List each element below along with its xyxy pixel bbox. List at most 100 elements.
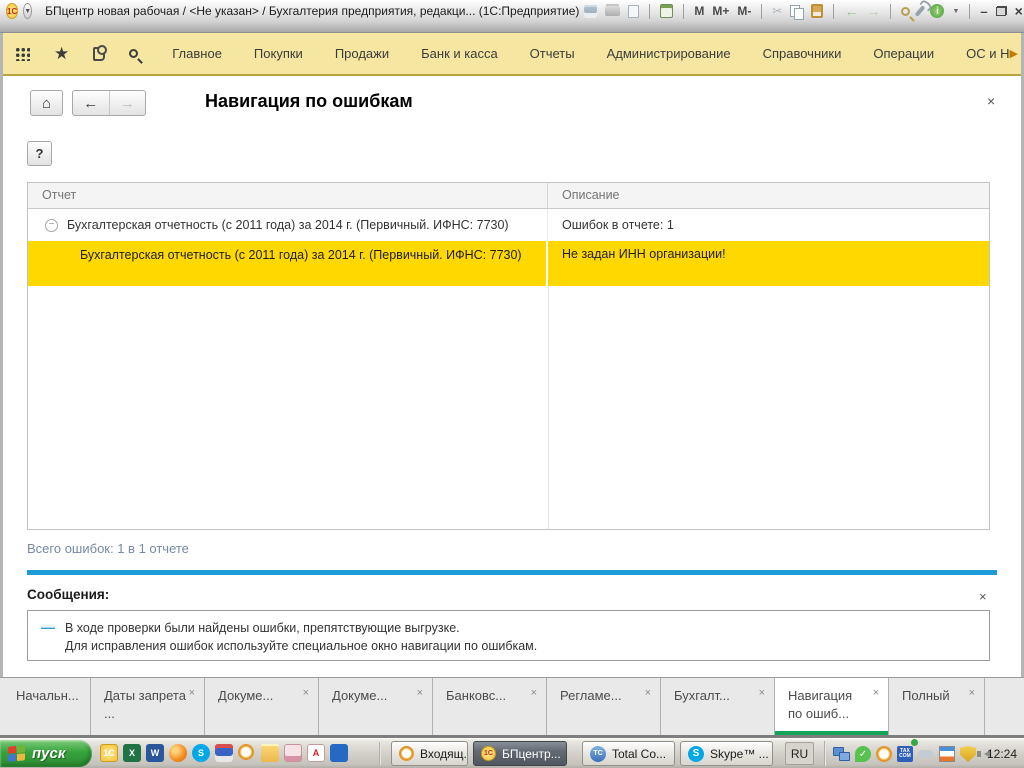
language-indicator[interactable]: RU [785, 742, 814, 765]
menu-item-prodazhi[interactable]: Продажи [319, 33, 405, 74]
info-icon[interactable]: i [930, 3, 944, 19]
window-titlebar: 1С ▼ БПцентр новая рабочая / <Не указан>… [0, 0, 1024, 33]
system-menu-button[interactable]: ▼ [23, 3, 32, 19]
memory-minus-button[interactable]: M- [737, 3, 751, 19]
tab-daty-zapreta[interactable]: Даты запрета ... × [91, 678, 205, 735]
search-icon[interactable] [129, 49, 138, 58]
quicklaunch-firefox-icon[interactable] [169, 744, 187, 762]
print-preview-icon[interactable] [628, 3, 639, 19]
messages-close-icon[interactable]: × [979, 589, 987, 604]
info-dropdown-icon[interactable]: ▼ [952, 3, 959, 19]
quicklaunch-dictionary-icon[interactable]: A [307, 744, 325, 762]
quicklaunch-1c-icon[interactable]: 1С [100, 744, 118, 762]
tray-scheduler-icon[interactable] [876, 746, 892, 762]
tab-close-icon[interactable]: × [759, 687, 765, 699]
minimize-button[interactable]: – [980, 3, 987, 19]
quicklaunch-word-icon[interactable]: W [146, 744, 164, 762]
close-window-button[interactable]: × [1015, 3, 1023, 19]
column-header-description[interactable]: Описание [548, 183, 989, 208]
paste-icon[interactable] [811, 3, 823, 19]
copy-icon[interactable] [790, 3, 803, 19]
toolbar-separator [969, 4, 970, 19]
toolbar-separator [890, 4, 891, 19]
quicklaunch-folder-icon[interactable] [261, 744, 279, 762]
tab-dokumenty-2[interactable]: Докуме... × [319, 678, 433, 735]
home-button[interactable]: ⌂ [30, 90, 63, 116]
menu-item-otchety[interactable]: Отчеты [514, 33, 591, 74]
tab-navigaciya-po-oshibkam[interactable]: Навигация по ошиб... × [775, 678, 889, 735]
toolbar-separator [683, 4, 684, 19]
menu-item-pokupki[interactable]: Покупки [238, 33, 319, 74]
save-icon[interactable] [584, 3, 597, 19]
menu-item-bank-kassa[interactable]: Банк и касса [405, 33, 514, 74]
menu-item-glavnoe[interactable]: Главное [156, 33, 238, 74]
tab-bankovskie[interactable]: Банковс... × [433, 678, 547, 735]
memory-plus-button[interactable]: M+ [712, 3, 729, 19]
table-row-selected[interactable]: Бухгалтерская отчетность (с 2011 года) з… [28, 241, 989, 286]
taskbar-button-incoming[interactable]: Входящ... [391, 741, 468, 766]
quicklaunch-skype-icon[interactable]: S [192, 744, 210, 762]
undo-back-icon[interactable]: ← [844, 3, 858, 19]
taskbar-separator [379, 742, 381, 765]
tray-separator [824, 741, 826, 766]
menu-item-spravochniki[interactable]: Справочники [747, 33, 858, 74]
tab-buhgalterskaya[interactable]: Бухгалт... × [661, 678, 775, 735]
collapse-icon[interactable]: − [45, 219, 58, 232]
column-divider [548, 286, 549, 529]
menu-item-administrirovanie[interactable]: Администрирование [591, 33, 747, 74]
message-item[interactable]: В ходе проверки были найдены ошибки, пре… [65, 619, 537, 660]
tray-security-shield-icon[interactable] [960, 746, 976, 762]
redo-forward-icon[interactable]: → [866, 3, 880, 19]
quicklaunch-fax-icon[interactable] [284, 744, 302, 762]
tab-polnyi[interactable]: Полный × [889, 678, 985, 735]
menu-item-operacii[interactable]: Операции [857, 33, 950, 74]
taskbar-clock: 12:24 [987, 747, 1017, 761]
tab-close-icon[interactable]: × [873, 687, 879, 699]
quicklaunch-teamviewer-icon[interactable] [330, 744, 348, 762]
print-icon[interactable] [605, 3, 620, 19]
column-header-report[interactable]: Отчет [28, 183, 548, 208]
quicklaunch-floppy-icon[interactable] [215, 744, 233, 762]
taskbar-button-1c-active[interactable]: 1С БПцентр... [473, 741, 567, 766]
taskbar-button-skype[interactable]: S Skype™ ... [680, 741, 773, 766]
group-description-text: Ошибок в отчете: 1 [548, 209, 989, 241]
tab-close-icon[interactable]: × [189, 687, 195, 699]
tab-close-icon[interactable]: × [417, 687, 423, 699]
windows-taskbar: пуск 1С X W S A Входящ... 1С БПцентр... … [0, 737, 1024, 768]
quicklaunch-excel-icon[interactable]: X [123, 744, 141, 762]
tab-dokumenty-1[interactable]: Докуме... × [205, 678, 319, 735]
start-button[interactable]: пуск [0, 740, 92, 767]
tab-close-icon[interactable]: × [531, 687, 537, 699]
tab-close-icon[interactable]: × [969, 687, 975, 699]
tools-icon[interactable] [918, 3, 922, 19]
restore-button[interactable] [996, 3, 1007, 19]
quicklaunch-clock-icon[interactable] [238, 744, 254, 760]
zoom-icon[interactable] [901, 3, 910, 19]
taskbar-button-total-commander[interactable]: TC Total Co... [582, 741, 675, 766]
cut-icon[interactable]: ✂ [772, 3, 782, 19]
tray-antivirus-icon[interactable]: ✓ [855, 746, 871, 762]
tray-taxcom-icon[interactable]: TAX COM [897, 746, 913, 762]
selected-report-text: Бухгалтерская отчетность (с 2011 года) з… [28, 241, 548, 286]
errors-table: Отчет Описание − Бухгалтерская отчетност… [27, 182, 990, 530]
tab-nachalnaya[interactable]: Начальн... [3, 678, 91, 735]
history-icon[interactable] [93, 47, 105, 61]
tab-close-icon[interactable]: × [303, 687, 309, 699]
group-report-text: Бухгалтерская отчетность (с 2011 года) з… [67, 218, 509, 232]
help-button[interactable]: ? [27, 141, 52, 166]
tray-report-icon[interactable] [939, 746, 955, 762]
message-line-1: В ходе проверки были найдены ошибки, пре… [65, 619, 537, 637]
menu-overflow-icon[interactable]: ▶ [1010, 47, 1018, 60]
calculator-icon[interactable] [660, 3, 673, 19]
memory-button[interactable]: M [694, 3, 704, 19]
tab-reglamentnye[interactable]: Регламе... × [547, 678, 661, 735]
favorites-star-icon[interactable]: ★ [54, 46, 69, 61]
page-close-icon[interactable]: × [987, 93, 995, 109]
back-button[interactable]: ← [73, 91, 110, 115]
table-row-group[interactable]: − Бухгалтерская отчетность (с 2011 года)… [28, 209, 989, 241]
tab-close-icon[interactable]: × [645, 687, 651, 699]
all-functions-grid-icon[interactable] [15, 46, 30, 61]
selected-description-text: Не задан ИНН организации! [548, 241, 989, 286]
forward-button[interactable]: → [110, 91, 146, 115]
window-frame-left [0, 33, 3, 677]
